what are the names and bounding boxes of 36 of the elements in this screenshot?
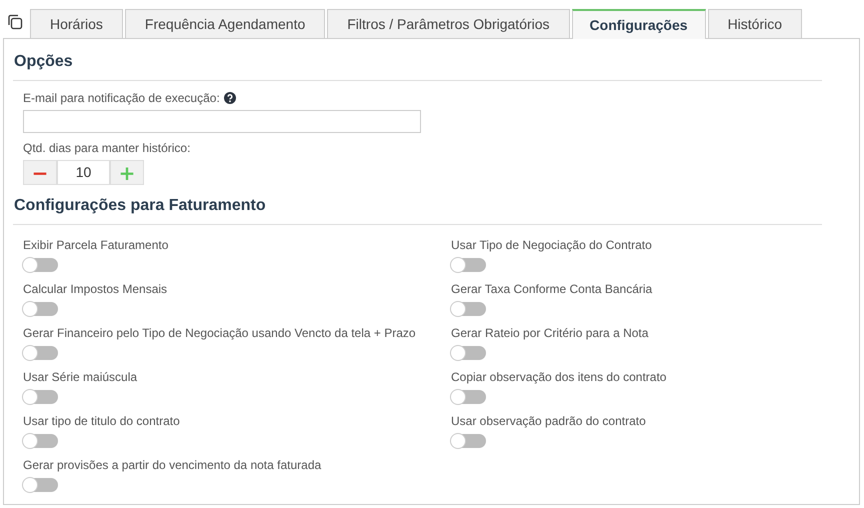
section-title: Configurações para Faturamento [13, 197, 267, 216]
toggle-switch[interactable] [23, 390, 58, 404]
help-icon[interactable] [224, 92, 236, 104]
toggle-switch[interactable] [23, 302, 58, 316]
decrement-button[interactable]: − [23, 160, 57, 185]
toggle-label: Calcular Impostos Mensais [23, 282, 168, 296]
field-label: Qtd. dias para manter histórico: [23, 141, 192, 155]
toggle-label: Usar Série maiúscula [23, 370, 138, 384]
tab[interactable]: Filtros / Parâmetros Obrigatórios [327, 9, 570, 38]
days-field[interactable]: 10 [57, 160, 110, 185]
tab[interactable]: Horários [30, 9, 123, 38]
tab[interactable]: Histórico [708, 9, 802, 38]
toggle-switch[interactable] [451, 346, 486, 360]
toggle-switch[interactable] [451, 258, 486, 272]
toggle-switch[interactable] [23, 478, 58, 492]
section-title: Opções [13, 53, 74, 72]
email-field[interactable] [23, 110, 421, 133]
toggle-label: Gerar Financeiro pelo Tipo de Negociação usando Vencto da tela + Prazo [23, 326, 417, 340]
toggle-switch[interactable] [23, 258, 58, 272]
toggle-label: Usar tipo de titulo do contrato [23, 414, 181, 428]
toggle-label: Copiar observação dos itens do contrato [451, 370, 668, 384]
toggle-label: Usar Tipo de Negociação do Contrato [451, 238, 653, 252]
toggle-switch[interactable] [23, 346, 58, 360]
toggle-label: Gerar Taxa Conforme Conta Bancária [451, 282, 654, 296]
toggle-switch[interactable] [451, 434, 486, 448]
field-label: E-mail para notificação de execução: [23, 91, 220, 105]
tab[interactable]: Configurações [572, 9, 706, 39]
toggle-switch[interactable] [23, 434, 58, 448]
toggle-label: Gerar provisões a partir do vencimento da nota faturada [23, 458, 322, 472]
tab[interactable]: Frequência Agendamento [124, 9, 326, 38]
toggle-label: Usar observação padrão do contrato [451, 414, 647, 428]
toggle-label: Gerar Rateio por Critério para a Nota [451, 326, 650, 340]
toggle-switch[interactable] [451, 302, 486, 316]
copy-icon[interactable] [7, 14, 23, 30]
toggle-label: Exibir Parcela Faturamento [23, 238, 170, 252]
toggle-switch[interactable] [451, 390, 486, 404]
